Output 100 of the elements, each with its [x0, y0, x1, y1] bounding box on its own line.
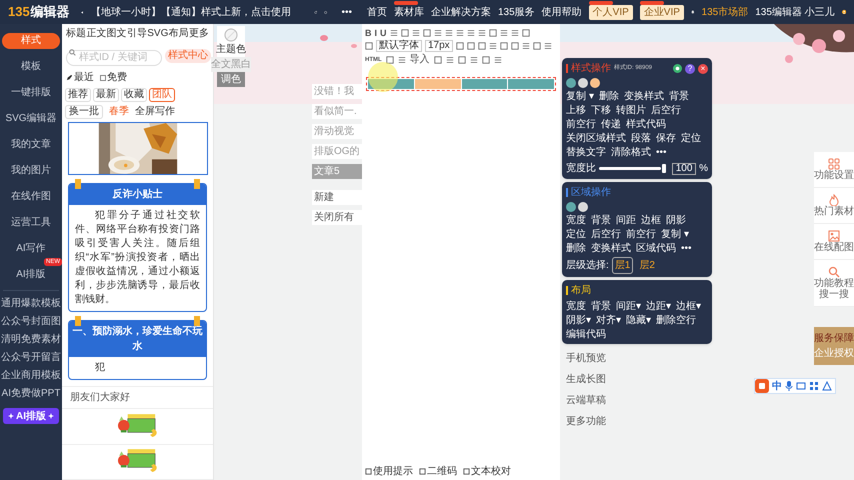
lines-icon[interactable] — [488, 42, 497, 50]
sidebar-link[interactable]: AI免费做PPT — [1, 386, 61, 402]
action-button[interactable]: ••• — [656, 146, 667, 159]
action-button[interactable]: 间距 — [616, 214, 636, 227]
square-icon[interactable] — [422, 28, 431, 36]
action-button[interactable]: 保存 — [656, 132, 676, 145]
action-button[interactable]: 关闭区域样式 — [566, 132, 626, 145]
close-button[interactable]: × — [698, 64, 708, 74]
action-button[interactable]: 删除 — [598, 90, 619, 103]
refresh-button[interactable]: 换一批 — [65, 104, 103, 118]
action-button[interactable]: 上移 — [566, 104, 586, 117]
tool-button[interactable]: 热门素材 — [814, 188, 854, 224]
import-button[interactable]: 导入 — [410, 55, 430, 65]
action-button[interactable]: 删除 — [566, 242, 586, 255]
sidebar-link[interactable]: 通用爆款模板 — [1, 296, 61, 312]
sidebar-link[interactable]: 公众号封面图 — [1, 314, 61, 330]
square-icon[interactable] — [488, 28, 497, 36]
square-icon[interactable] — [456, 42, 464, 50]
tool-button[interactable]: 在线配图 — [814, 224, 854, 260]
document-action[interactable]: 关闭所有 — [312, 210, 362, 225]
vip-button[interactable]: 企业VIP — [640, 4, 684, 20]
sidebar-item[interactable]: 一键排版 — [2, 85, 60, 101]
side-menu-link[interactable]: 云端草稿 — [566, 393, 712, 408]
action-button[interactable]: 传递 — [601, 118, 621, 131]
microphone-icon[interactable] — [785, 381, 793, 391]
color-swatch[interactable] — [578, 202, 588, 212]
adjust-color-button[interactable]: 调色 — [217, 72, 245, 87]
action-button[interactable]: 宽度 — [566, 214, 586, 227]
lines-icon[interactable] — [500, 28, 508, 36]
footer-button[interactable]: 文本校对 — [463, 464, 511, 478]
filter-chip[interactable]: 最新 — [93, 88, 119, 102]
lines-icon[interactable] — [398, 56, 406, 64]
grid-icon[interactable] — [809, 381, 819, 391]
color-swatch[interactable] — [566, 78, 576, 88]
lines-icon[interactable] — [390, 28, 398, 36]
layer-option[interactable]: 层2 — [636, 257, 658, 274]
action-button[interactable]: 定位 — [566, 228, 586, 241]
action-button[interactable]: 边距▾ — [646, 300, 671, 313]
panel-tab[interactable]: 布局 — [168, 26, 189, 41]
side-menu-link[interactable]: 生成长图 — [566, 372, 712, 387]
action-button[interactable]: 前空行 — [626, 228, 656, 241]
format-button[interactable]: I — [374, 28, 378, 38]
font-dropdown[interactable]: 默认字体 — [376, 40, 422, 52]
filter-chip[interactable]: 收藏 — [121, 88, 147, 102]
team-link[interactable]: 135市场部 — [702, 4, 748, 20]
action-button[interactable]: 替换文字 — [566, 146, 606, 159]
color-swatch[interactable] — [590, 78, 600, 88]
lines-icon[interactable] — [444, 28, 453, 36]
action-button[interactable]: 背景 — [591, 214, 611, 227]
action-button[interactable]: 删除空行 — [656, 314, 696, 327]
ime-logo-icon[interactable] — [755, 379, 769, 393]
action-button[interactable]: 复制 ▾ — [566, 90, 594, 103]
search-field[interactable]: 样式ID / 关键词 — [66, 50, 162, 66]
action-button[interactable]: 后空行 — [651, 104, 681, 117]
sidebar-link[interactable]: 企业商用模板 — [1, 368, 61, 384]
nav-link[interactable]: 首页 — [366, 4, 387, 20]
square-icon[interactable] — [458, 56, 466, 64]
lines-icon[interactable] — [466, 28, 475, 36]
more-button[interactable]: ••• — [341, 4, 352, 20]
panel-tab[interactable]: 图文 — [106, 26, 127, 41]
sidebar-item[interactable]: 我的文章 — [2, 137, 60, 153]
square-icon[interactable] — [522, 28, 530, 36]
triangle-icon[interactable] — [822, 381, 832, 391]
square-icon[interactable] — [365, 42, 373, 50]
panel-tab[interactable]: SVG — [147, 26, 168, 41]
color-swatch[interactable] — [578, 78, 588, 88]
action-button[interactable]: 背景 — [591, 300, 611, 313]
side-menu-link[interactable]: 更多功能 — [566, 414, 712, 429]
lines-icon[interactable] — [412, 28, 420, 36]
ring-icon[interactable] — [673, 64, 682, 73]
recent-button[interactable]: 最近 — [66, 70, 94, 85]
square-icon[interactable] — [478, 42, 486, 50]
help-button[interactable]: ? — [685, 64, 695, 74]
action-button[interactable]: 变换样式 — [591, 242, 631, 255]
lines-icon[interactable] — [446, 56, 454, 64]
action-button[interactable]: 定位 — [681, 132, 701, 145]
square-icon[interactable] — [466, 42, 475, 50]
ai-layout-button[interactable]: AI排版 — [3, 408, 59, 424]
sidebar-item[interactable]: AI写作 — [2, 241, 60, 257]
panel-tab[interactable]: 更多 — [189, 26, 209, 41]
action-button[interactable]: 区域代码 — [636, 242, 676, 255]
tool-button[interactable]: 功能教程搜一搜 — [814, 260, 854, 307]
action-button[interactable]: 转图片 — [616, 104, 646, 117]
lines-icon[interactable] — [544, 42, 552, 50]
filter-chip[interactable]: 推荐 — [65, 88, 91, 102]
square-icon[interactable] — [386, 56, 394, 64]
footer-button[interactable]: 二维码 — [419, 464, 457, 478]
keyboard-icon[interactable] — [796, 381, 806, 391]
free-checkbox[interactable]: 免费 — [100, 70, 127, 85]
square-icon[interactable] — [434, 56, 442, 64]
lines-icon[interactable] — [470, 56, 478, 64]
footer-button[interactable]: 使用提示 — [365, 464, 413, 478]
format-button[interactable]: B — [365, 28, 372, 38]
square-icon[interactable] — [510, 42, 519, 50]
format-button[interactable]: U — [380, 28, 387, 38]
size-dropdown[interactable]: 17px — [425, 40, 453, 52]
sidebar-link[interactable]: 清明免费素材 — [1, 332, 61, 348]
action-button[interactable]: 后空行 — [591, 228, 621, 241]
sidebar-item[interactable]: 在线作图 — [2, 189, 60, 205]
nav-link[interactable]: 135服务 — [498, 4, 535, 20]
